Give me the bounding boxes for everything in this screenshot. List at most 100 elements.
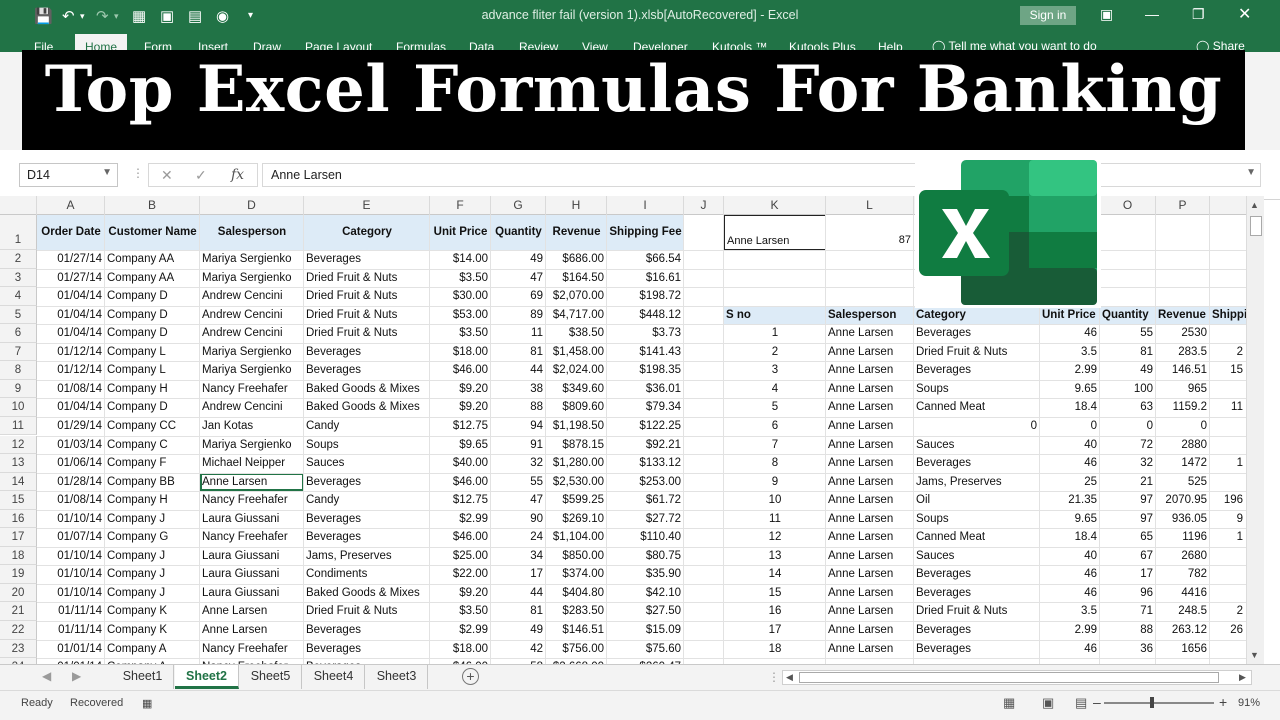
table-cell[interactable]: $599.25 — [546, 491, 607, 510]
table-cell[interactable]: Anne Larsen — [826, 361, 914, 380]
table-cell[interactable]: $9.20 — [430, 398, 491, 417]
table-cell[interactable]: 01/07/14 — [37, 528, 105, 547]
table-cell[interactable]: 81 — [491, 602, 546, 621]
table-cell[interactable]: 196 — [1210, 491, 1246, 510]
table-cell[interactable]: 69 — [491, 287, 546, 306]
table-cell[interactable]: 3.5 — [1040, 602, 1100, 621]
row-header[interactable]: 1 — [0, 215, 37, 250]
table-cell[interactable]: 21 — [1100, 473, 1156, 492]
table-cell[interactable]: $146.51 — [546, 621, 607, 640]
table-cell[interactable]: 46 — [1040, 324, 1100, 343]
tab-split-icon[interactable]: ⋮ — [768, 670, 780, 684]
table-cell[interactable]: $3.50 — [430, 602, 491, 621]
table-cell[interactable]: $40.00 — [430, 454, 491, 473]
table-cell[interactable]: 91 — [491, 436, 546, 455]
cancel-icon[interactable]: ✕ — [161, 167, 173, 184]
table-cell[interactable]: $79.34 — [607, 398, 684, 417]
table-cell[interactable]: 97 — [1100, 510, 1156, 529]
table-cell[interactable]: 146.51 — [1156, 361, 1210, 380]
table-cell[interactable]: Mariya Sergienko — [200, 269, 304, 288]
table-cell[interactable] — [1210, 565, 1246, 584]
table-cell[interactable]: $2,530.00 — [546, 473, 607, 492]
table-cell[interactable]: $878.15 — [546, 436, 607, 455]
table-cell[interactable]: Beverages — [304, 528, 430, 547]
table-cell[interactable]: $14.00 — [430, 250, 491, 269]
table-cell[interactable]: 81 — [1100, 343, 1156, 362]
table-cell[interactable]: Beverages — [304, 510, 430, 529]
table-cell[interactable]: $3.50 — [430, 324, 491, 343]
table-cell[interactable]: Dried Fruit & Nuts — [304, 306, 430, 325]
table-cell[interactable]: Nancy Freehafer — [200, 528, 304, 547]
table-cell[interactable]: 12 — [724, 528, 826, 547]
table-cell[interactable]: 14 — [724, 565, 826, 584]
table-cell[interactable]: 10 — [724, 491, 826, 510]
table-cell[interactable]: Anne Larsen — [200, 602, 304, 621]
table-cell[interactable]: Candy — [304, 491, 430, 510]
table-cell[interactable]: 2.99 — [1040, 621, 1100, 640]
table-cell[interactable]: Canned Meat — [914, 398, 1040, 417]
table-cell[interactable]: Soups — [914, 510, 1040, 529]
enter-icon[interactable]: ✓ — [195, 167, 207, 184]
table-cell[interactable]: 01/11/14 — [37, 602, 105, 621]
minimize-icon[interactable]: — — [1145, 6, 1159, 22]
table-cell[interactable]: 6 — [724, 417, 826, 436]
table-cell[interactable]: $46.00 — [430, 528, 491, 547]
table-cell[interactable]: 1 — [1210, 528, 1246, 547]
table-cell[interactable]: Company CC — [105, 417, 200, 436]
table-cell[interactable]: $850.00 — [546, 547, 607, 566]
table-cell[interactable]: 9 — [724, 473, 826, 492]
table-cell[interactable]: Company D — [105, 306, 200, 325]
table-cell[interactable]: Mariya Sergienko — [200, 250, 304, 269]
table-cell[interactable]: 2530 — [1156, 324, 1210, 343]
table-cell[interactable]: Company D — [105, 398, 200, 417]
row-header[interactable]: 7 — [0, 342, 37, 362]
table-cell[interactable]: 36 — [1100, 640, 1156, 659]
table-cell[interactable]: 0 — [1040, 417, 1100, 436]
table-cell[interactable]: 248.5 — [1156, 602, 1210, 621]
table-cell[interactable]: 2070.95 — [1156, 491, 1210, 510]
table-cell[interactable]: Beverages — [914, 565, 1040, 584]
table-cell[interactable] — [1210, 547, 1246, 566]
table-cell[interactable]: Company J — [105, 547, 200, 566]
table-cell[interactable]: 3.5 — [1040, 343, 1100, 362]
table-cell[interactable]: 01/04/14 — [37, 324, 105, 343]
table-cell[interactable]: 55 — [1100, 324, 1156, 343]
table-cell[interactable]: Company K — [105, 621, 200, 640]
table-cell[interactable]: Canned Meat — [914, 528, 1040, 547]
table-cell[interactable]: 34 — [491, 547, 546, 566]
table-cell[interactable]: 2680 — [1156, 547, 1210, 566]
table-cell[interactable]: Anne Larsen — [826, 473, 914, 492]
table-cell[interactable]: $66.54 — [607, 250, 684, 269]
table-cell[interactable]: 2880 — [1156, 436, 1210, 455]
table-cell[interactable]: $1,458.00 — [546, 343, 607, 362]
table-cell[interactable]: Mariya Sergienko — [200, 343, 304, 362]
table-cell[interactable]: Nancy Freehafer — [200, 491, 304, 510]
table-cell[interactable]: $18.00 — [430, 343, 491, 362]
sign-in-button[interactable]: Sign in — [1020, 6, 1076, 25]
ribbon-display-icon[interactable]: ▣ — [1100, 6, 1113, 23]
table-cell[interactable]: Beverages — [914, 324, 1040, 343]
page-break-view-icon[interactable]: ▤ — [1075, 695, 1087, 711]
table-cell[interactable]: 47 — [491, 491, 546, 510]
table-cell[interactable]: Anne Larsen — [826, 417, 914, 436]
restore-icon[interactable]: ❐ — [1192, 6, 1205, 23]
table-cell[interactable]: Anne Larsen — [826, 491, 914, 510]
table-cell[interactable]: 46 — [1040, 640, 1100, 659]
zoom-out-icon[interactable]: – — [1093, 694, 1101, 710]
table-cell[interactable]: 90 — [491, 510, 546, 529]
table-cell[interactable]: Anne Larsen — [200, 621, 304, 640]
table-cell[interactable]: $3.73 — [607, 324, 684, 343]
table-cell[interactable]: $2,070.00 — [546, 287, 607, 306]
horizontal-scrollbar[interactable]: ◀ ▶ — [782, 670, 1252, 685]
sheet-tab-sheet1[interactable]: Sheet1 — [112, 665, 174, 689]
table-cell[interactable]: Company F — [105, 454, 200, 473]
table-cell[interactable]: 01/10/14 — [37, 565, 105, 584]
column-header-k[interactable]: K — [724, 196, 826, 215]
h-scroll-thumb[interactable] — [799, 672, 1219, 683]
table-cell[interactable]: 49 — [491, 621, 546, 640]
table-cell[interactable]: Beverages — [304, 473, 430, 492]
column-header-g[interactable]: G — [491, 196, 546, 215]
table-cell[interactable]: Anne Larsen — [826, 380, 914, 399]
table-cell[interactable]: $27.50 — [607, 602, 684, 621]
table-cell[interactable]: Anne Larsen — [826, 528, 914, 547]
